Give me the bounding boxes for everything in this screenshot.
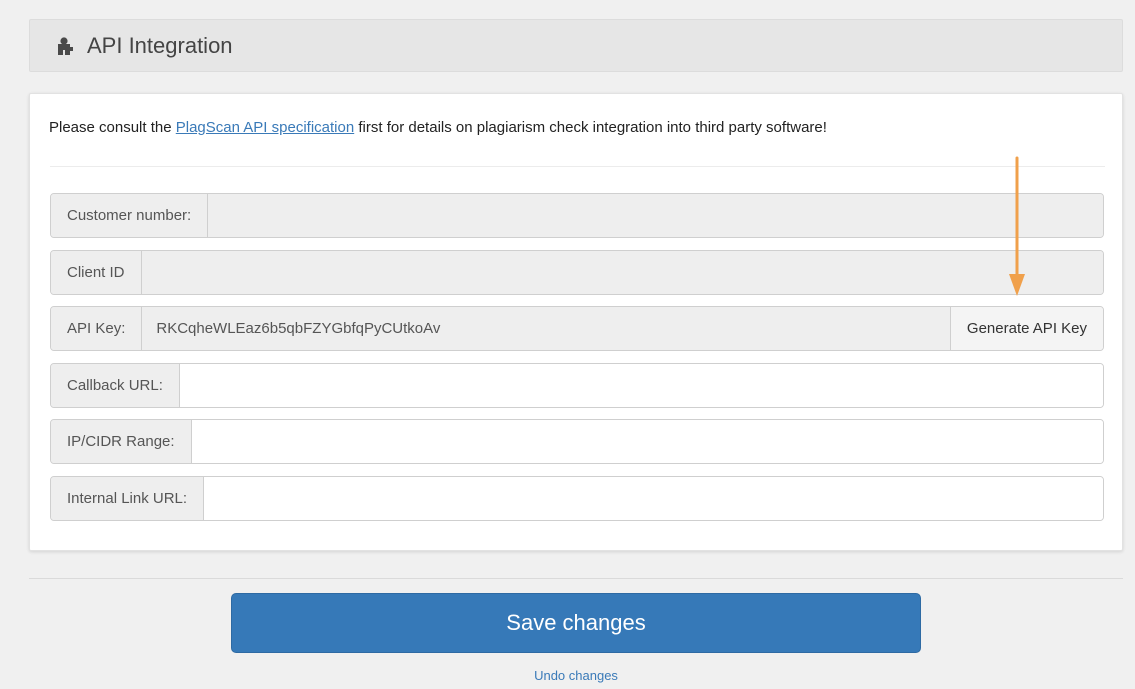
undo-changes-link[interactable]: Undo changes — [0, 668, 1135, 683]
annotation-arrow-icon — [1009, 156, 1025, 296]
section-header: API Integration — [29, 19, 1123, 72]
customer-number-field[interactable] — [208, 194, 1103, 237]
page-title: API Integration — [87, 32, 233, 58]
client-id-label: Client ID — [51, 251, 142, 294]
footer-divider — [29, 578, 1123, 579]
ip-cidr-range-group: IP/CIDR Range: — [50, 419, 1104, 464]
divider — [50, 166, 1105, 167]
callback-url-group: Callback URL: — [50, 363, 1104, 408]
generate-api-key-button[interactable]: Generate API Key — [949, 307, 1103, 350]
api-key-group: API Key: RKCqheWLEaz6b5qbFZYGbfqPyCUtkoA… — [50, 306, 1104, 351]
api-key-label: API Key: — [51, 307, 143, 350]
customer-number-group: Customer number: — [50, 193, 1104, 238]
settings-card: Please consult the PlagScan API specific… — [29, 93, 1123, 551]
intro-text: Please consult the PlagScan API specific… — [49, 119, 827, 136]
puzzle-icon — [54, 35, 76, 57]
api-integration-page: API Integration Please consult the PlagS… — [0, 0, 1135, 689]
callback-url-field[interactable] — [179, 364, 1103, 407]
save-changes-button[interactable]: Save changes — [231, 593, 921, 653]
client-id-group: Client ID — [50, 250, 1104, 295]
intro-text-after: first for details on plagiarism check in… — [354, 119, 827, 136]
api-spec-link[interactable]: PlagScan API specification — [176, 119, 354, 136]
client-id-field[interactable] — [141, 251, 1103, 294]
intro-text-before: Please consult the — [49, 119, 176, 136]
customer-number-label: Customer number: — [51, 194, 209, 237]
internal-link-url-group: Internal Link URL: — [50, 476, 1104, 521]
internal-link-url-field[interactable] — [204, 477, 1103, 520]
ip-cidr-range-field[interactable] — [191, 420, 1103, 463]
internal-link-url-label: Internal Link URL: — [51, 477, 205, 520]
ip-cidr-range-label: IP/CIDR Range: — [51, 420, 192, 463]
callback-url-label: Callback URL: — [51, 364, 180, 407]
api-key-value[interactable]: RKCqheWLEaz6b5qbFZYGbfqPyCUtkoAv — [142, 307, 950, 350]
